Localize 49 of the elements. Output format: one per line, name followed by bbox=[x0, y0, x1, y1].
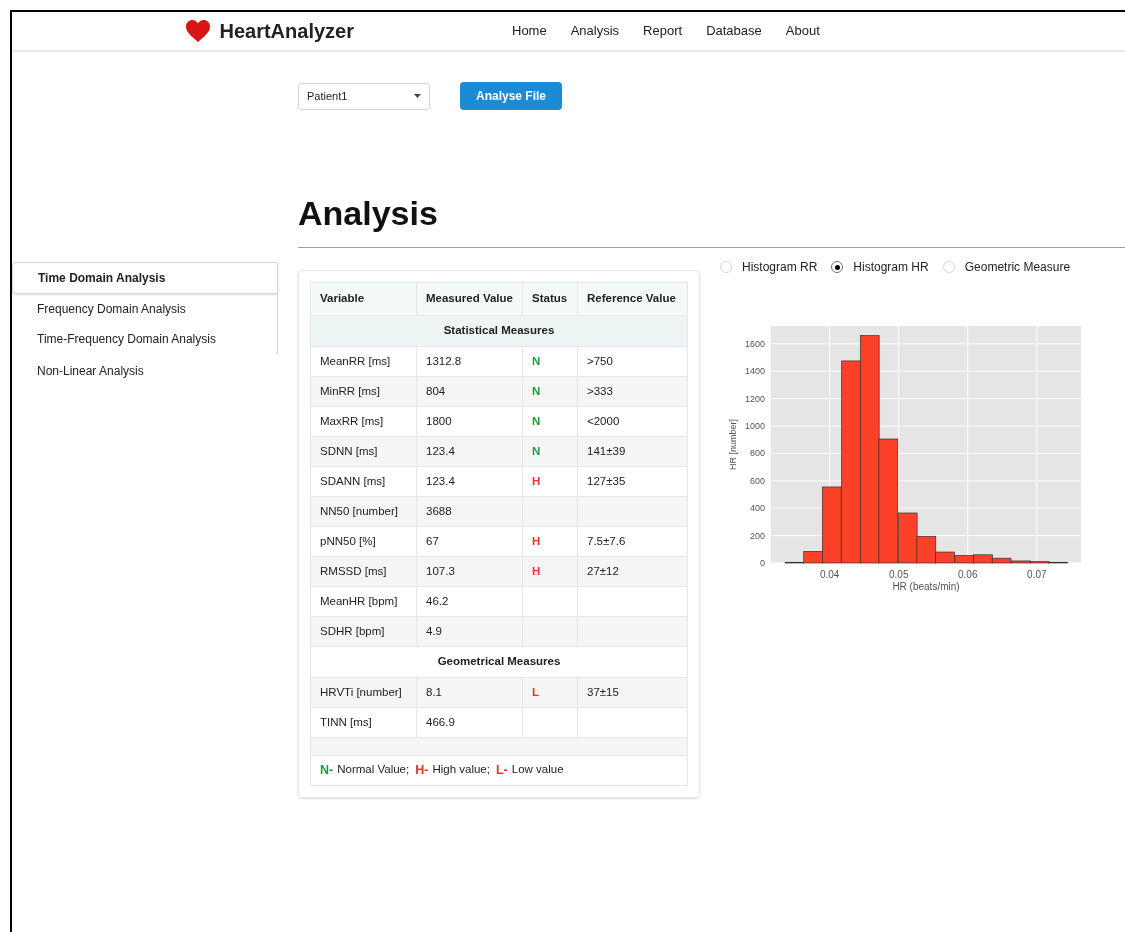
column-header: Status bbox=[522, 282, 578, 316]
x-tick-label: 0.07 bbox=[1027, 569, 1047, 580]
radio-label: Histogram RR bbox=[742, 259, 818, 276]
legend-key: N- bbox=[320, 761, 334, 780]
radio-button[interactable] bbox=[831, 261, 844, 273]
y-tick-label: 400 bbox=[749, 503, 765, 514]
nav-link[interactable]: Analysis bbox=[570, 21, 620, 41]
column-header: Variable bbox=[310, 282, 417, 316]
histogram-bar bbox=[973, 554, 993, 564]
y-axis-label: HR [number] bbox=[728, 419, 738, 470]
y-tick-label: 1400 bbox=[744, 366, 765, 377]
legend-key: H- bbox=[415, 761, 429, 780]
heart-icon bbox=[185, 19, 212, 43]
sidebar-item[interactable]: Time-Frequency Domain Analysis bbox=[12, 324, 278, 354]
y-tick-label: 1000 bbox=[744, 421, 765, 431]
section-heading: Geometrical Measures bbox=[310, 646, 688, 678]
sidebar-item[interactable]: Frequency Domain Analysis bbox=[12, 294, 278, 324]
legend-text: Low value bbox=[511, 762, 564, 778]
y-tick-label: 0 bbox=[760, 558, 765, 568]
table-cell: SDHR [bpm] bbox=[310, 616, 417, 647]
nav-link[interactable]: About bbox=[785, 21, 820, 41]
page-title: Analysis bbox=[298, 193, 439, 234]
nav-link[interactable]: Home bbox=[512, 21, 547, 41]
section-heading: Statistical Measures bbox=[310, 315, 688, 347]
radio-label: Histogram HR bbox=[853, 259, 929, 276]
x-tick-label: 0.05 bbox=[889, 569, 909, 580]
x-axis-label: HR (beats/min) bbox=[892, 581, 960, 592]
table-cell: 4.9 bbox=[416, 616, 523, 647]
sidebar-item[interactable]: Time Domain Analysis bbox=[12, 262, 278, 294]
analyse-file-button[interactable]: Analyse File bbox=[460, 82, 563, 110]
nav-link[interactable]: Database bbox=[706, 21, 762, 41]
x-tick-label: 0.06 bbox=[958, 569, 978, 580]
radio-label: Geometric Measure bbox=[964, 259, 1071, 276]
y-tick-label: 1200 bbox=[744, 393, 765, 404]
y-tick-label: 800 bbox=[749, 448, 765, 459]
column-header: Reference Value bbox=[577, 282, 688, 316]
column-header: Measured Value bbox=[416, 282, 523, 316]
sidebar-item[interactable]: Non-Linear Analysis bbox=[12, 356, 278, 386]
legend-text: High value; bbox=[432, 762, 490, 778]
nav-link[interactable]: Report bbox=[643, 21, 683, 41]
y-tick-label: 1600 bbox=[744, 338, 765, 349]
x-tick-label: 0.04 bbox=[819, 569, 840, 580]
caret-icon bbox=[414, 94, 421, 98]
patient-dropdown[interactable]: Patient1 bbox=[298, 82, 430, 110]
brand-name: HeartAnalyzer bbox=[219, 19, 354, 44]
y-tick-label: 200 bbox=[749, 530, 765, 541]
y-tick-label: 600 bbox=[749, 475, 765, 486]
legend-text: Normal Value; bbox=[337, 762, 410, 778]
legend-key: L- bbox=[495, 761, 508, 780]
